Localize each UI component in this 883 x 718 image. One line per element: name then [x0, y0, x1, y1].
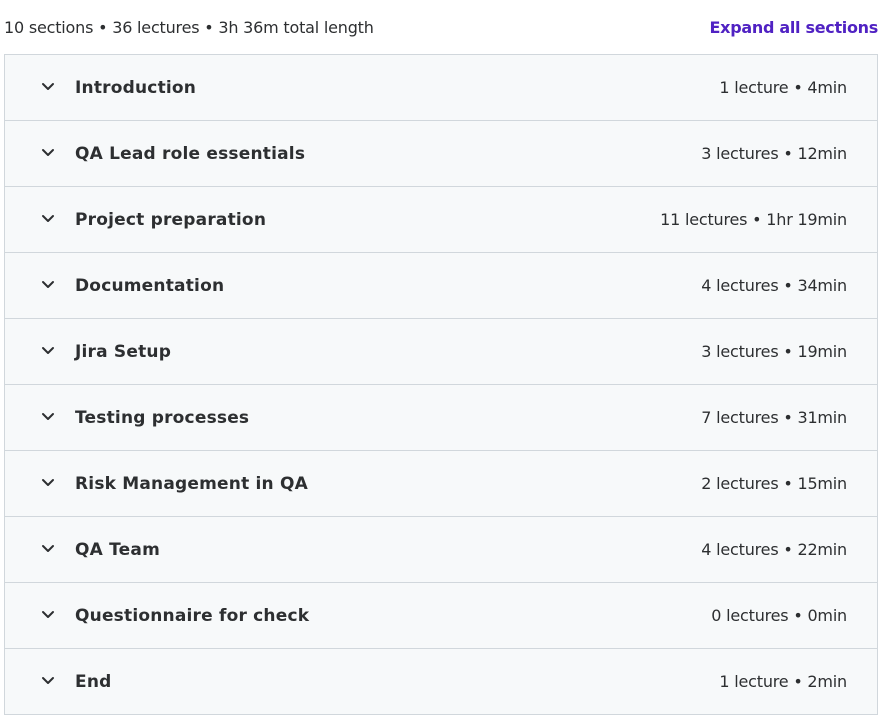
- section-title: Testing processes: [75, 408, 250, 428]
- section-meta: 11 lectures • 1hr 19min: [660, 210, 847, 229]
- section-title: Project preparation: [75, 210, 267, 230]
- section-meta: 7 lectures • 31min: [701, 408, 847, 427]
- section-title: QA Lead role essentials: [75, 144, 306, 164]
- section-meta: 4 lectures • 22min: [701, 540, 847, 559]
- chevron-down-icon: [41, 675, 55, 687]
- curriculum-header: 10 sections • 36 lectures • 3h 36m total…: [0, 0, 883, 54]
- section-row-questionnaire-for-check[interactable]: Questionnaire for check 0 lectures • 0mi…: [5, 583, 877, 649]
- chevron-down-icon: [41, 543, 55, 555]
- section-meta: 3 lectures • 12min: [701, 144, 847, 163]
- section-title: Documentation: [75, 276, 225, 296]
- curriculum-section-list: Introduction 1 lecture • 4min QA Lead ro…: [4, 54, 878, 715]
- section-meta: 1 lecture • 4min: [719, 78, 847, 97]
- section-row-qa-team[interactable]: QA Team 4 lectures • 22min: [5, 517, 877, 583]
- section-row-end[interactable]: End 1 lecture • 2min: [5, 649, 877, 714]
- section-row-qa-lead-role-essentials[interactable]: QA Lead role essentials 3 lectures • 12m…: [5, 121, 877, 187]
- section-row-documentation[interactable]: Documentation 4 lectures • 34min: [5, 253, 877, 319]
- section-row-project-preparation[interactable]: Project preparation 11 lectures • 1hr 19…: [5, 187, 877, 253]
- section-title: Introduction: [75, 78, 197, 98]
- chevron-down-icon: [41, 345, 55, 357]
- expand-all-sections-button[interactable]: Expand all sections: [710, 18, 879, 38]
- section-row-testing-processes[interactable]: Testing processes 7 lectures • 31min: [5, 385, 877, 451]
- section-row-risk-management-in-qa[interactable]: Risk Management in QA 2 lectures • 15min: [5, 451, 877, 517]
- section-meta: 4 lectures • 34min: [701, 276, 847, 295]
- section-meta: 2 lectures • 15min: [701, 474, 847, 493]
- chevron-down-icon: [41, 411, 55, 423]
- section-meta: 3 lectures • 19min: [701, 342, 847, 361]
- section-title: End: [75, 672, 112, 692]
- section-title: QA Team: [75, 540, 160, 560]
- chevron-down-icon: [41, 609, 55, 621]
- chevron-down-icon: [41, 279, 55, 291]
- chevron-down-icon: [41, 477, 55, 489]
- course-summary-text: 10 sections • 36 lectures • 3h 36m total…: [4, 18, 374, 37]
- section-row-introduction[interactable]: Introduction 1 lecture • 4min: [5, 55, 877, 121]
- chevron-down-icon: [41, 147, 55, 159]
- chevron-down-icon: [41, 213, 55, 225]
- section-title: Questionnaire for check: [75, 606, 310, 626]
- section-meta: 0 lectures • 0min: [711, 606, 847, 625]
- section-meta: 1 lecture • 2min: [719, 672, 847, 691]
- section-title: Jira Setup: [75, 342, 172, 362]
- section-title: Risk Management in QA: [75, 474, 308, 494]
- chevron-down-icon: [41, 81, 55, 93]
- section-row-jira-setup[interactable]: Jira Setup 3 lectures • 19min: [5, 319, 877, 385]
